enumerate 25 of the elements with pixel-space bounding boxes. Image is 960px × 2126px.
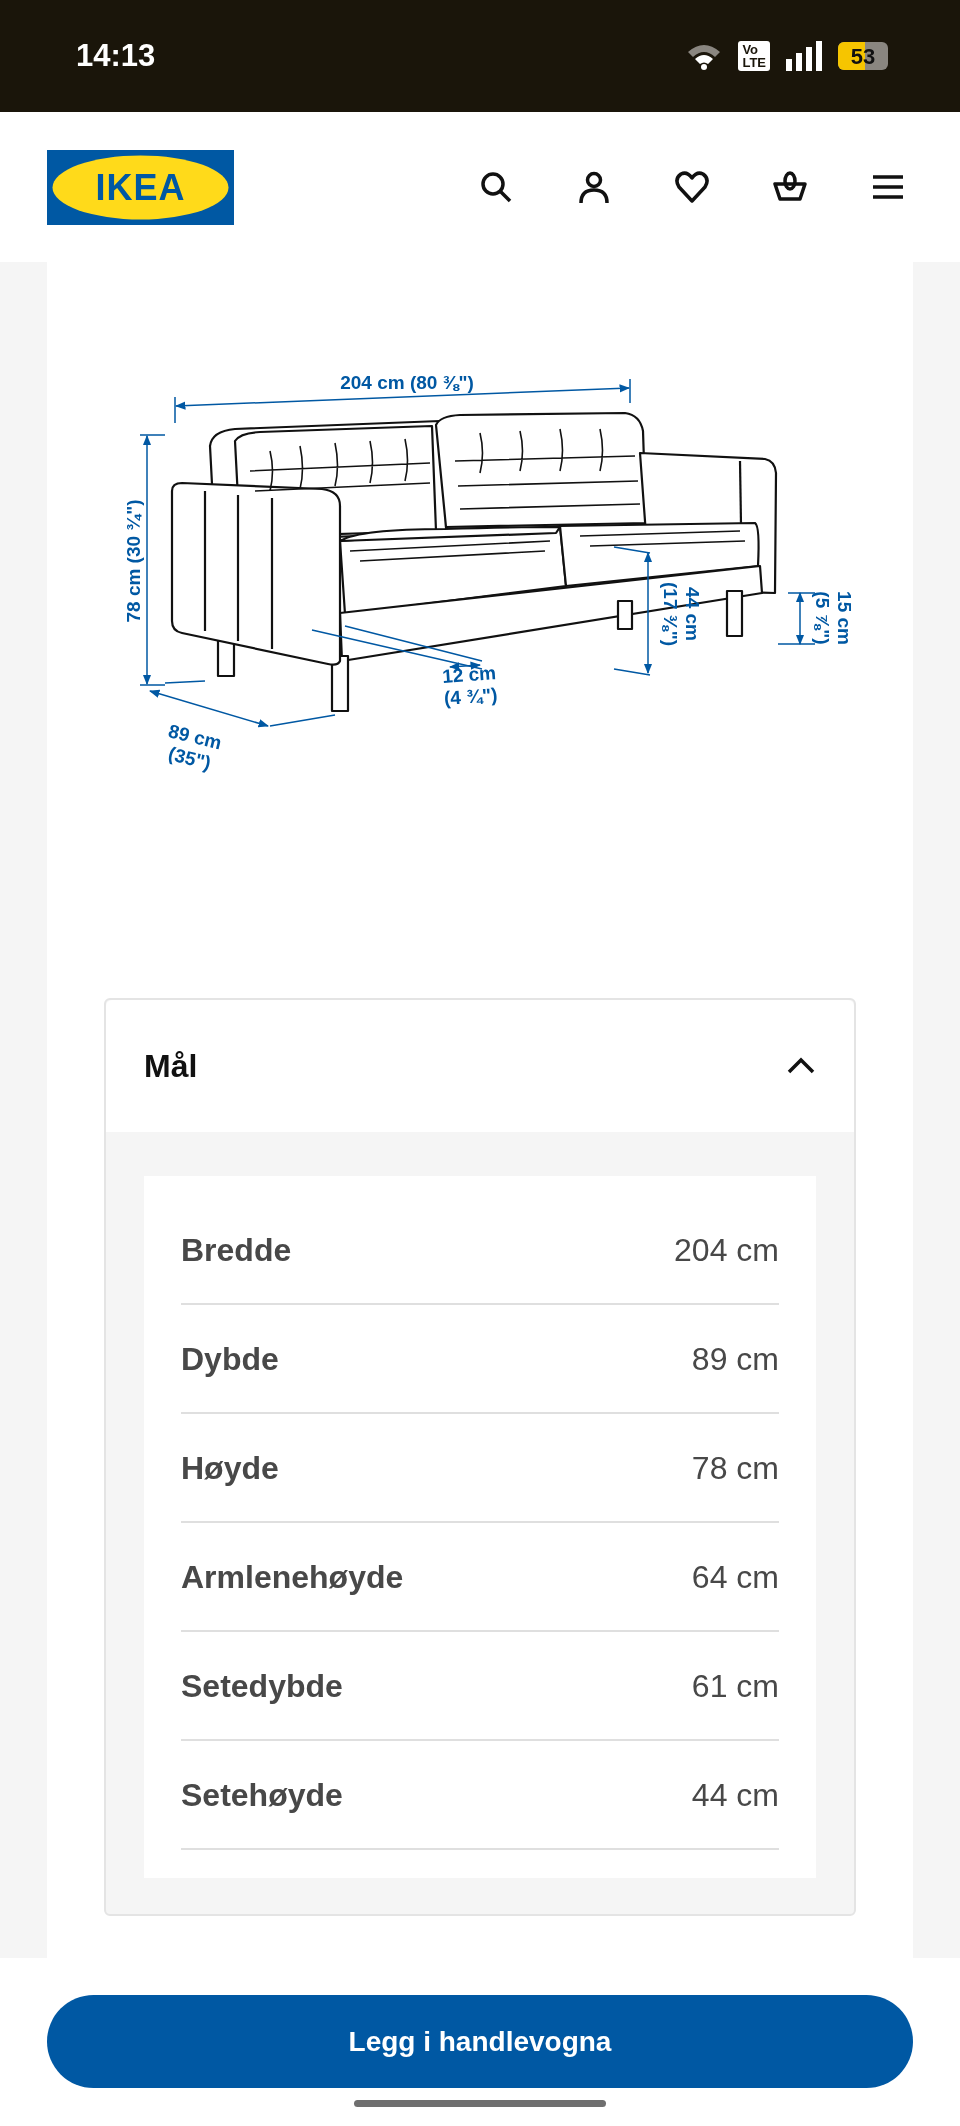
dimension-name: Setehøyde [181,1775,343,1815]
dimension-name: Armlenehøyde [181,1557,404,1597]
dimension-label: 89 cm (35") [166,720,224,774]
dimension-label: 12 cm (4 ¾") [441,662,498,709]
dimension-value: 78 cm [691,1448,779,1488]
dimension-value: 64 cm [691,1557,779,1597]
add-to-cart-button[interactable]: Legg i handlevogna [47,1995,913,2088]
dimension-name: Høyde [181,1448,279,1488]
dimension-label: 78 cm (30 ¾") [123,499,144,623]
volte-badge: Vo LTE [738,41,770,71]
dimension-value: 44 cm [691,1775,779,1815]
status-time: 14:13 [76,36,156,75]
dimension-name: Bredde [181,1230,292,1270]
wifi-icon [686,42,723,70]
signal-icon [786,41,822,71]
accordion-header[interactable]: Mål [106,1000,854,1132]
dimension-value: 61 cm [691,1666,779,1706]
logo[interactable]: IKEA [47,149,234,225]
dimension-value: 89 cm [691,1339,779,1379]
dimension-name: Dybde [181,1339,279,1379]
dimension-label: 204 cm (80 ⅜") [340,372,474,393]
dimension-label: 15 cm (5 ⅞") [812,591,855,645]
dimension-label: 44 cm (17 ⅜") [660,582,703,646]
dimension-value: 204 cm [674,1230,779,1270]
dimension-name: Setedybde [181,1666,343,1706]
